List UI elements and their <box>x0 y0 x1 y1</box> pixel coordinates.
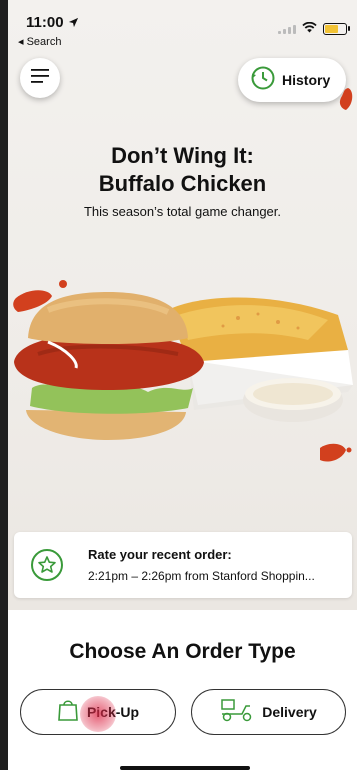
pickup-label: Pick-Up <box>86 704 140 720</box>
status-indicators <box>278 20 350 38</box>
hero-banner[interactable]: 11:00 ◂ Search History Don’t Wing It: Bu… <box>8 0 357 610</box>
star-icon <box>30 548 64 582</box>
location-arrow-icon <box>68 15 79 32</box>
history-label: History <box>282 72 331 88</box>
back-to-search[interactable]: ◂ Search <box>18 35 61 48</box>
red-splash-decoration <box>339 88 353 110</box>
time-text: 11:00 <box>26 14 64 31</box>
menu-button[interactable] <box>20 58 60 98</box>
order-type-heading: Choose An Order Type <box>69 640 296 663</box>
promo-title: Don’t Wing It: Buffalo Chicken <box>8 142 357 198</box>
battery-icon <box>323 23 350 35</box>
promo-title-line1: Don’t Wing It: <box>111 143 254 168</box>
delivery-button[interactable]: Delivery <box>191 689 346 735</box>
promo-subtitle: This season’s total game changer. <box>83 204 282 219</box>
history-clock-icon <box>250 65 276 96</box>
order-type-panel: Choose An Order Type Pick-Up Delivery <box>8 610 357 770</box>
scooter-icon <box>220 698 254 727</box>
history-button[interactable]: History <box>238 58 346 102</box>
status-time: 11:00 <box>26 14 79 32</box>
menu-icon <box>31 68 49 88</box>
home-indicator[interactable] <box>120 766 250 770</box>
wifi-icon <box>302 20 317 38</box>
rate-order-title: Rate your recent order: <box>88 547 232 562</box>
pickup-button[interactable]: Pick-Up <box>20 689 176 735</box>
app-screen: 11:00 ◂ Search History Don’t Wing It: Bu… <box>8 0 357 770</box>
rate-recent-order-card[interactable]: Rate your recent order: 2:21pm – 2:26pm … <box>14 532 352 598</box>
buffalo-chicken-burger-image <box>13 280 353 462</box>
promo-title-line2: Buffalo Chicken <box>98 171 267 196</box>
delivery-label: Delivery <box>262 704 317 720</box>
rate-order-detail: 2:21pm – 2:26pm from Stanford Shoppin... <box>88 569 315 583</box>
signal-icon <box>278 24 296 34</box>
shopping-bag-icon <box>57 698 79 727</box>
